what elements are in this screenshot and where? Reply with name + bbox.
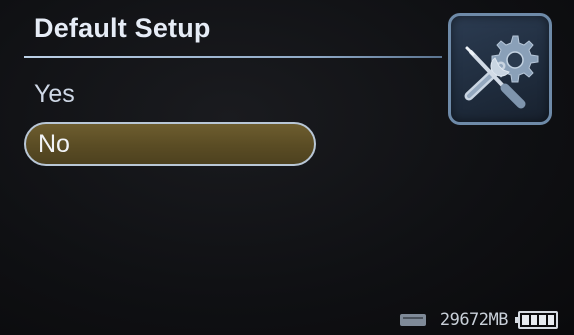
device-screen: Default Setup Yes No 29672MB	[0, 0, 574, 335]
battery-icon	[515, 311, 558, 329]
page-title: Default Setup	[34, 13, 211, 43]
option-yes[interactable]: Yes	[34, 80, 75, 109]
settings-tile	[448, 13, 552, 125]
storage-capacity: 29672MB	[439, 310, 509, 330]
battery-cell	[530, 315, 537, 325]
status-bar: 29672MB	[399, 309, 558, 331]
settings-wrench-gear-icon	[464, 35, 539, 109]
battery-cell	[547, 315, 554, 325]
battery-cell	[539, 315, 546, 325]
battery-cell	[522, 315, 529, 325]
option-no-selected[interactable]: No	[24, 122, 316, 166]
sd-card-icon	[399, 314, 426, 326]
title-divider	[24, 56, 442, 58]
